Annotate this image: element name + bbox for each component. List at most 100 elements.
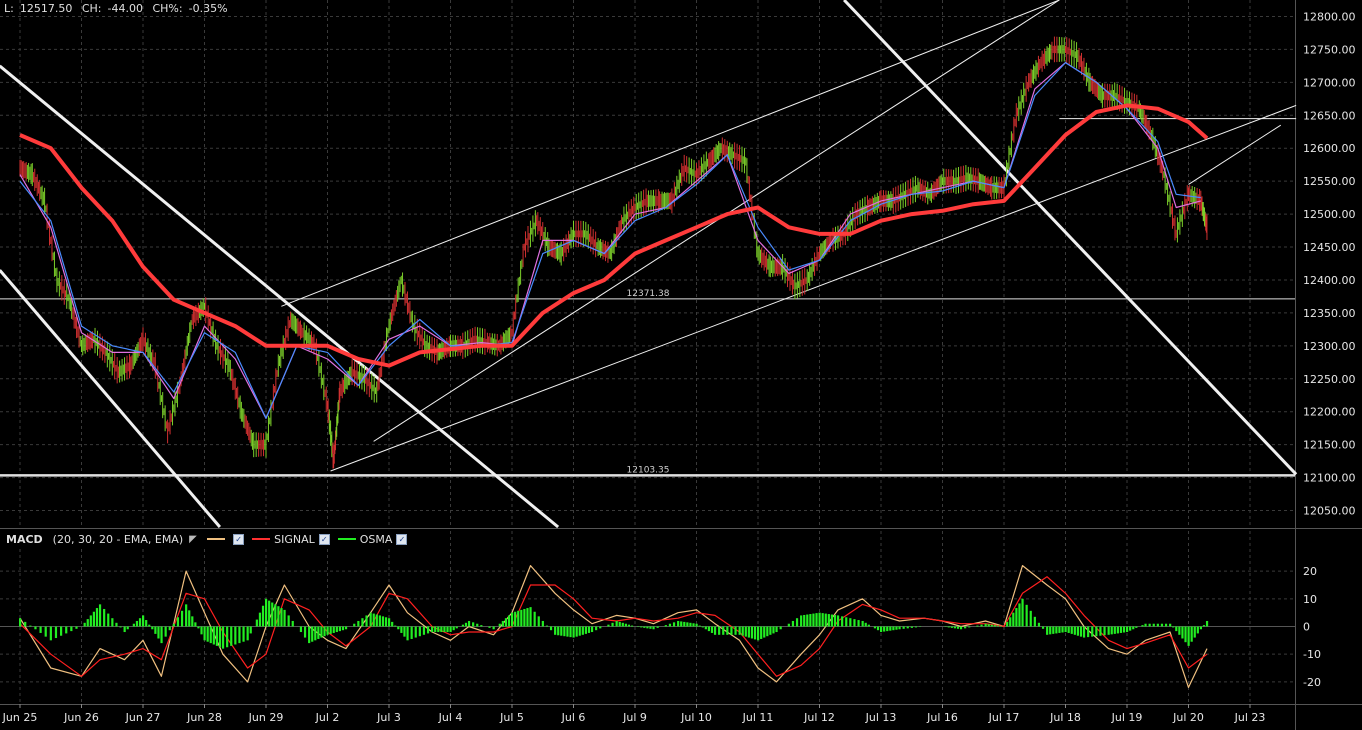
price-tick-label: 12700.00 (1303, 76, 1356, 89)
osma-bar (353, 623, 356, 627)
osma-bar (611, 622, 614, 627)
osma-bar (212, 626, 215, 645)
pointer-icon[interactable]: ◤ (189, 534, 199, 545)
osma-bar (996, 625, 1000, 627)
osma-bar (1172, 626, 1175, 628)
osma-bar (461, 624, 464, 627)
osma-bar (549, 626, 553, 631)
osma-bar (578, 626, 581, 636)
osma-bar (836, 615, 840, 627)
osma-bar (95, 608, 99, 627)
osma-bar (164, 626, 167, 637)
osma-checkbox[interactable]: ✓ (396, 533, 408, 545)
osma-bar (218, 626, 222, 648)
osma-bar (434, 626, 437, 633)
osma-bar (520, 609, 523, 627)
price-tick-label: 12150.00 (1303, 439, 1356, 452)
osma-bar (560, 626, 563, 636)
osma-bar (827, 614, 830, 627)
signal-checkbox[interactable]: ✓ (318, 533, 330, 545)
osma-bar (672, 622, 676, 627)
osma-bar (990, 624, 993, 627)
x-tick-label: Jul 12 (803, 711, 835, 724)
osma-bar (1018, 603, 1021, 627)
osma-bar (1061, 626, 1064, 633)
osma-bar (86, 619, 89, 627)
x-tick-label: Jun 26 (63, 711, 99, 724)
osma-bar (812, 613, 815, 627)
price-tick-label: 12550.00 (1303, 175, 1356, 188)
last-value: 12517.50 (19, 2, 73, 15)
osma-bar (646, 626, 649, 629)
change-pct-value: -0.35% (188, 2, 228, 15)
osma-bar (747, 626, 750, 638)
osma-bar (692, 623, 695, 627)
osma-bar (750, 626, 754, 639)
osma-bar (265, 598, 268, 627)
osma-bar (563, 626, 566, 637)
osma-bar (595, 626, 598, 631)
osma-bar (19, 618, 22, 627)
osma-bar (1103, 626, 1106, 636)
osma-bar (587, 626, 591, 633)
osma-bar (892, 626, 895, 631)
osma-bar (311, 626, 314, 642)
osma-bar (274, 604, 277, 627)
osma-bar (1156, 623, 1159, 627)
osma-bar (1110, 626, 1113, 635)
osma-bar (277, 606, 280, 627)
osma-bar (533, 611, 536, 627)
macd-tick-label: 20 (1303, 565, 1317, 578)
osma-bar (291, 620, 294, 627)
osma-bar (148, 624, 151, 627)
osma-bar (258, 612, 262, 627)
osma-bar (200, 626, 203, 635)
osma-bar (83, 622, 86, 627)
osma-bar (815, 613, 818, 627)
osma-bar (1046, 626, 1049, 635)
osma-bar (845, 617, 848, 627)
x-tick-label: Jul 2 (315, 711, 340, 724)
osma-bar (656, 626, 659, 628)
x-tick-label: Jul 19 (1111, 711, 1143, 724)
osma-bar (1009, 617, 1012, 627)
osma-bar (1079, 626, 1083, 637)
osma-bar (145, 620, 148, 627)
x-tick-label: Jul 20 (1172, 711, 1204, 724)
osma-bar (209, 626, 212, 644)
trading-chart[interactable]: 12800.00 12750.00 12700.00 12650.00 12600.00… (0, 0, 1362, 730)
price-tick-label: 12100.00 (1303, 472, 1356, 485)
trendline-down-1 (0, 64, 560, 529)
osma-bar (566, 626, 569, 637)
osma-bar (299, 626, 303, 633)
osma-bar (1126, 626, 1129, 633)
macd-line-checkbox[interactable]: ✓ (233, 533, 245, 545)
osma-bar (763, 626, 766, 638)
x-tick-label: Jun 29 (248, 711, 284, 724)
osma-bar (44, 626, 47, 637)
osma-bar (821, 613, 824, 627)
osma-bar (440, 626, 443, 633)
osma-bar (180, 610, 184, 627)
osma-bar (185, 604, 188, 627)
x-tick-label: Jul 13 (865, 711, 897, 724)
osma-bar (683, 621, 686, 627)
osma-bar (492, 626, 495, 630)
osma-bar (1049, 626, 1052, 635)
osma-bar (886, 626, 889, 632)
osma-bar (1160, 623, 1164, 627)
osma-bar (1015, 608, 1018, 627)
osma-bar (950, 626, 953, 628)
osma-bar (701, 626, 704, 628)
osma-bar (160, 626, 163, 644)
osma-bar (910, 626, 913, 628)
osma-bar (753, 626, 757, 640)
osma-bar (698, 625, 701, 627)
osma-bar (1095, 626, 1098, 637)
osma-bar (1169, 623, 1172, 627)
price-tick-label: 12800.00 (1303, 10, 1356, 23)
osma-bar (446, 626, 449, 633)
price-tick-label: 12650.00 (1303, 109, 1356, 122)
osma-bar (1205, 620, 1209, 627)
osma-bar (194, 622, 197, 627)
